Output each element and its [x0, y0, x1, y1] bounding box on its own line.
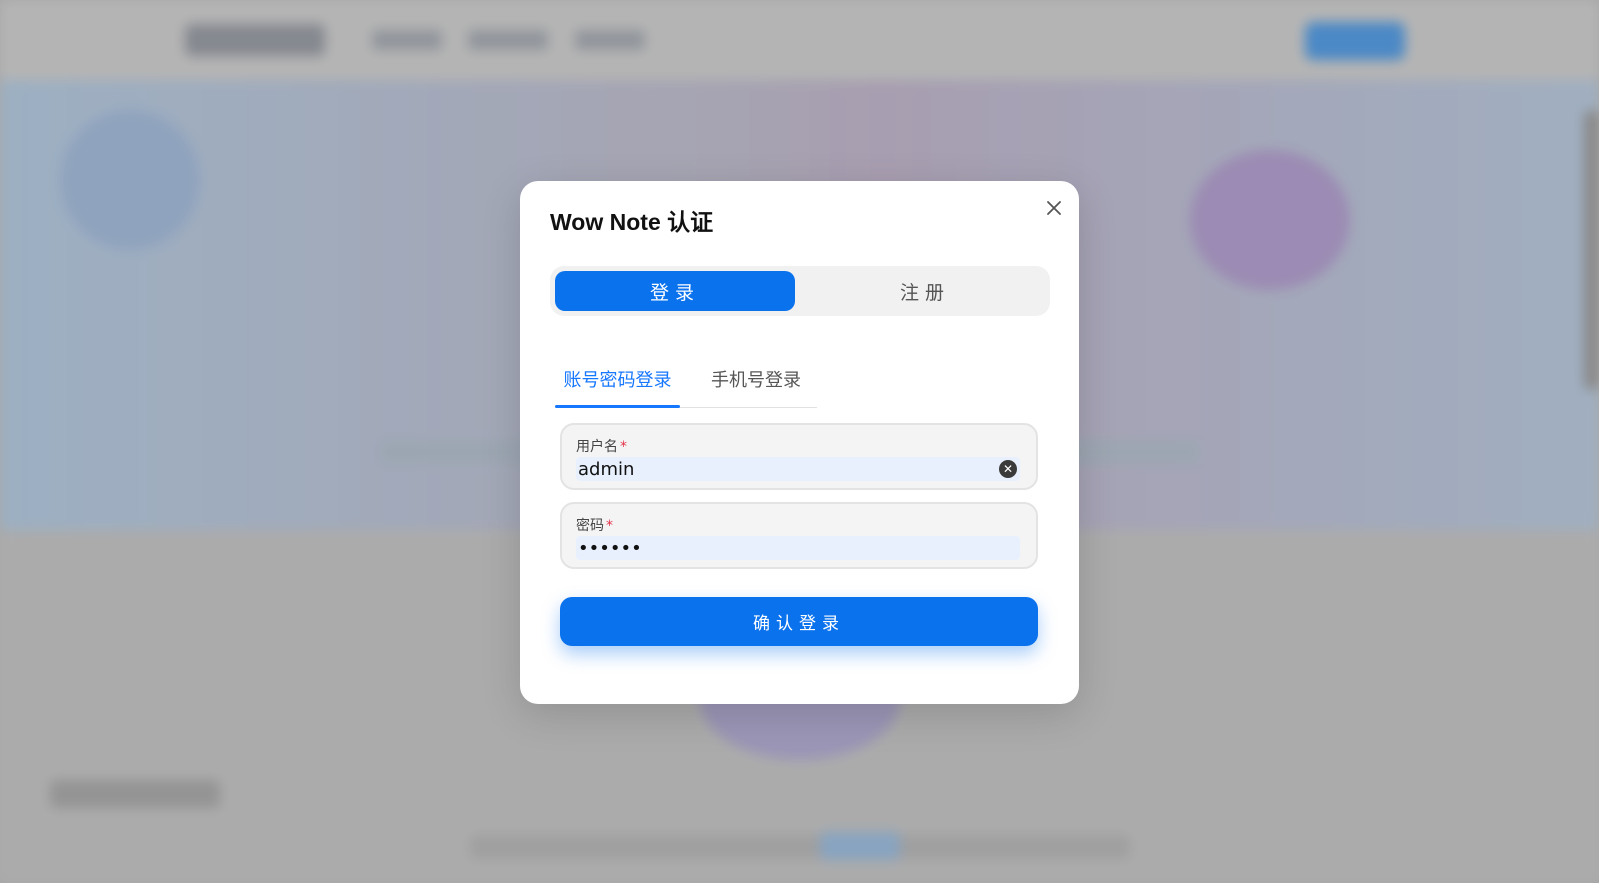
login-segment-button[interactable]: 登录	[555, 271, 795, 311]
auth-modal: Wow Note 认证 登录 注册 账号密码登录 手机号登录 用户名* ✕ 密码…	[520, 181, 1079, 704]
modal-title: Wow Note 认证	[550, 209, 714, 235]
auth-mode-switch: 登录 注册	[550, 266, 1050, 316]
close-icon	[1047, 201, 1061, 215]
password-input[interactable]	[576, 536, 1020, 560]
clear-icon[interactable]: ✕	[999, 460, 1017, 478]
confirm-login-button[interactable]: 确认登录	[560, 597, 1038, 646]
username-label: 用户名 *	[576, 436, 627, 456]
username-label-text: 用户名	[576, 439, 618, 455]
required-mark: *	[620, 439, 627, 455]
login-method-tabs: 账号密码登录 手机号登录	[555, 353, 817, 408]
required-mark: *	[606, 518, 613, 534]
password-field: 密码 *	[560, 502, 1038, 569]
tab-phone[interactable]: 手机号登录	[698, 353, 814, 405]
close-button[interactable]	[1039, 193, 1069, 223]
tab-account-password[interactable]: 账号密码登录	[555, 353, 680, 405]
password-label: 密码 *	[576, 515, 613, 535]
username-field: 用户名* ✕	[560, 423, 1038, 490]
username-input[interactable]	[576, 457, 1020, 481]
register-segment-button[interactable]: 注册	[805, 271, 1045, 311]
password-label-text: 密码	[576, 518, 604, 534]
active-tab-indicator	[555, 405, 680, 408]
